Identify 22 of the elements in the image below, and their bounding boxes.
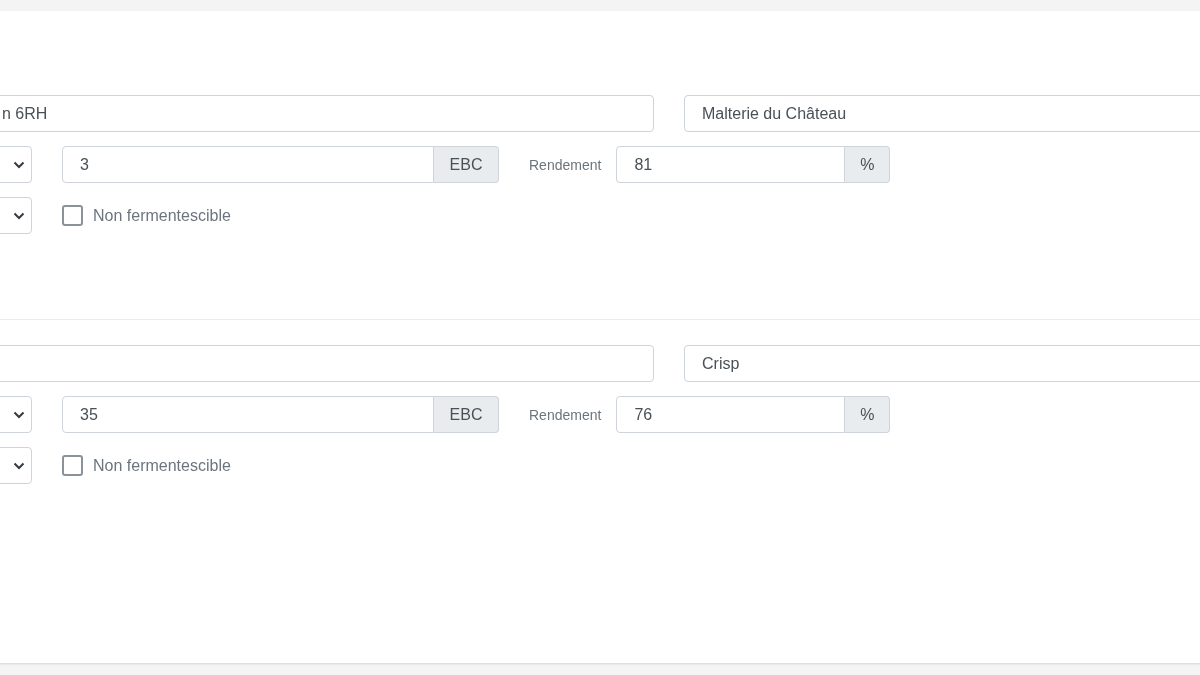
checkbox[interactable] [62, 455, 83, 476]
name-field[interactable] [0, 345, 654, 382]
unit-label: % [845, 396, 891, 433]
field-label: Rendement [529, 406, 602, 423]
unit-label: EBC [434, 396, 499, 433]
chevron-down-icon [13, 410, 25, 419]
chevron-down-icon [13, 211, 25, 220]
color-field[interactable]: 3 [62, 146, 434, 183]
unit-label: EBC [434, 146, 499, 183]
supplier-field[interactable]: Malterie du Château [684, 95, 1200, 132]
unit-label: % [845, 146, 891, 183]
yield-field[interactable]: 76 [616, 396, 846, 433]
chevron-down-icon [13, 461, 25, 470]
name-field[interactable]: n 6RH [0, 95, 654, 132]
supplier-field[interactable]: Crisp [684, 345, 1200, 382]
checkbox[interactable] [62, 205, 83, 226]
checkbox-label: Non fermentescible [93, 206, 231, 225]
chevron-down-icon [13, 160, 25, 169]
checkbox-label: Non fermentescible [93, 456, 231, 475]
field-label: Rendement [529, 156, 602, 173]
yield-field[interactable]: 81 [616, 146, 846, 183]
color-field[interactable]: 35 [62, 396, 434, 433]
